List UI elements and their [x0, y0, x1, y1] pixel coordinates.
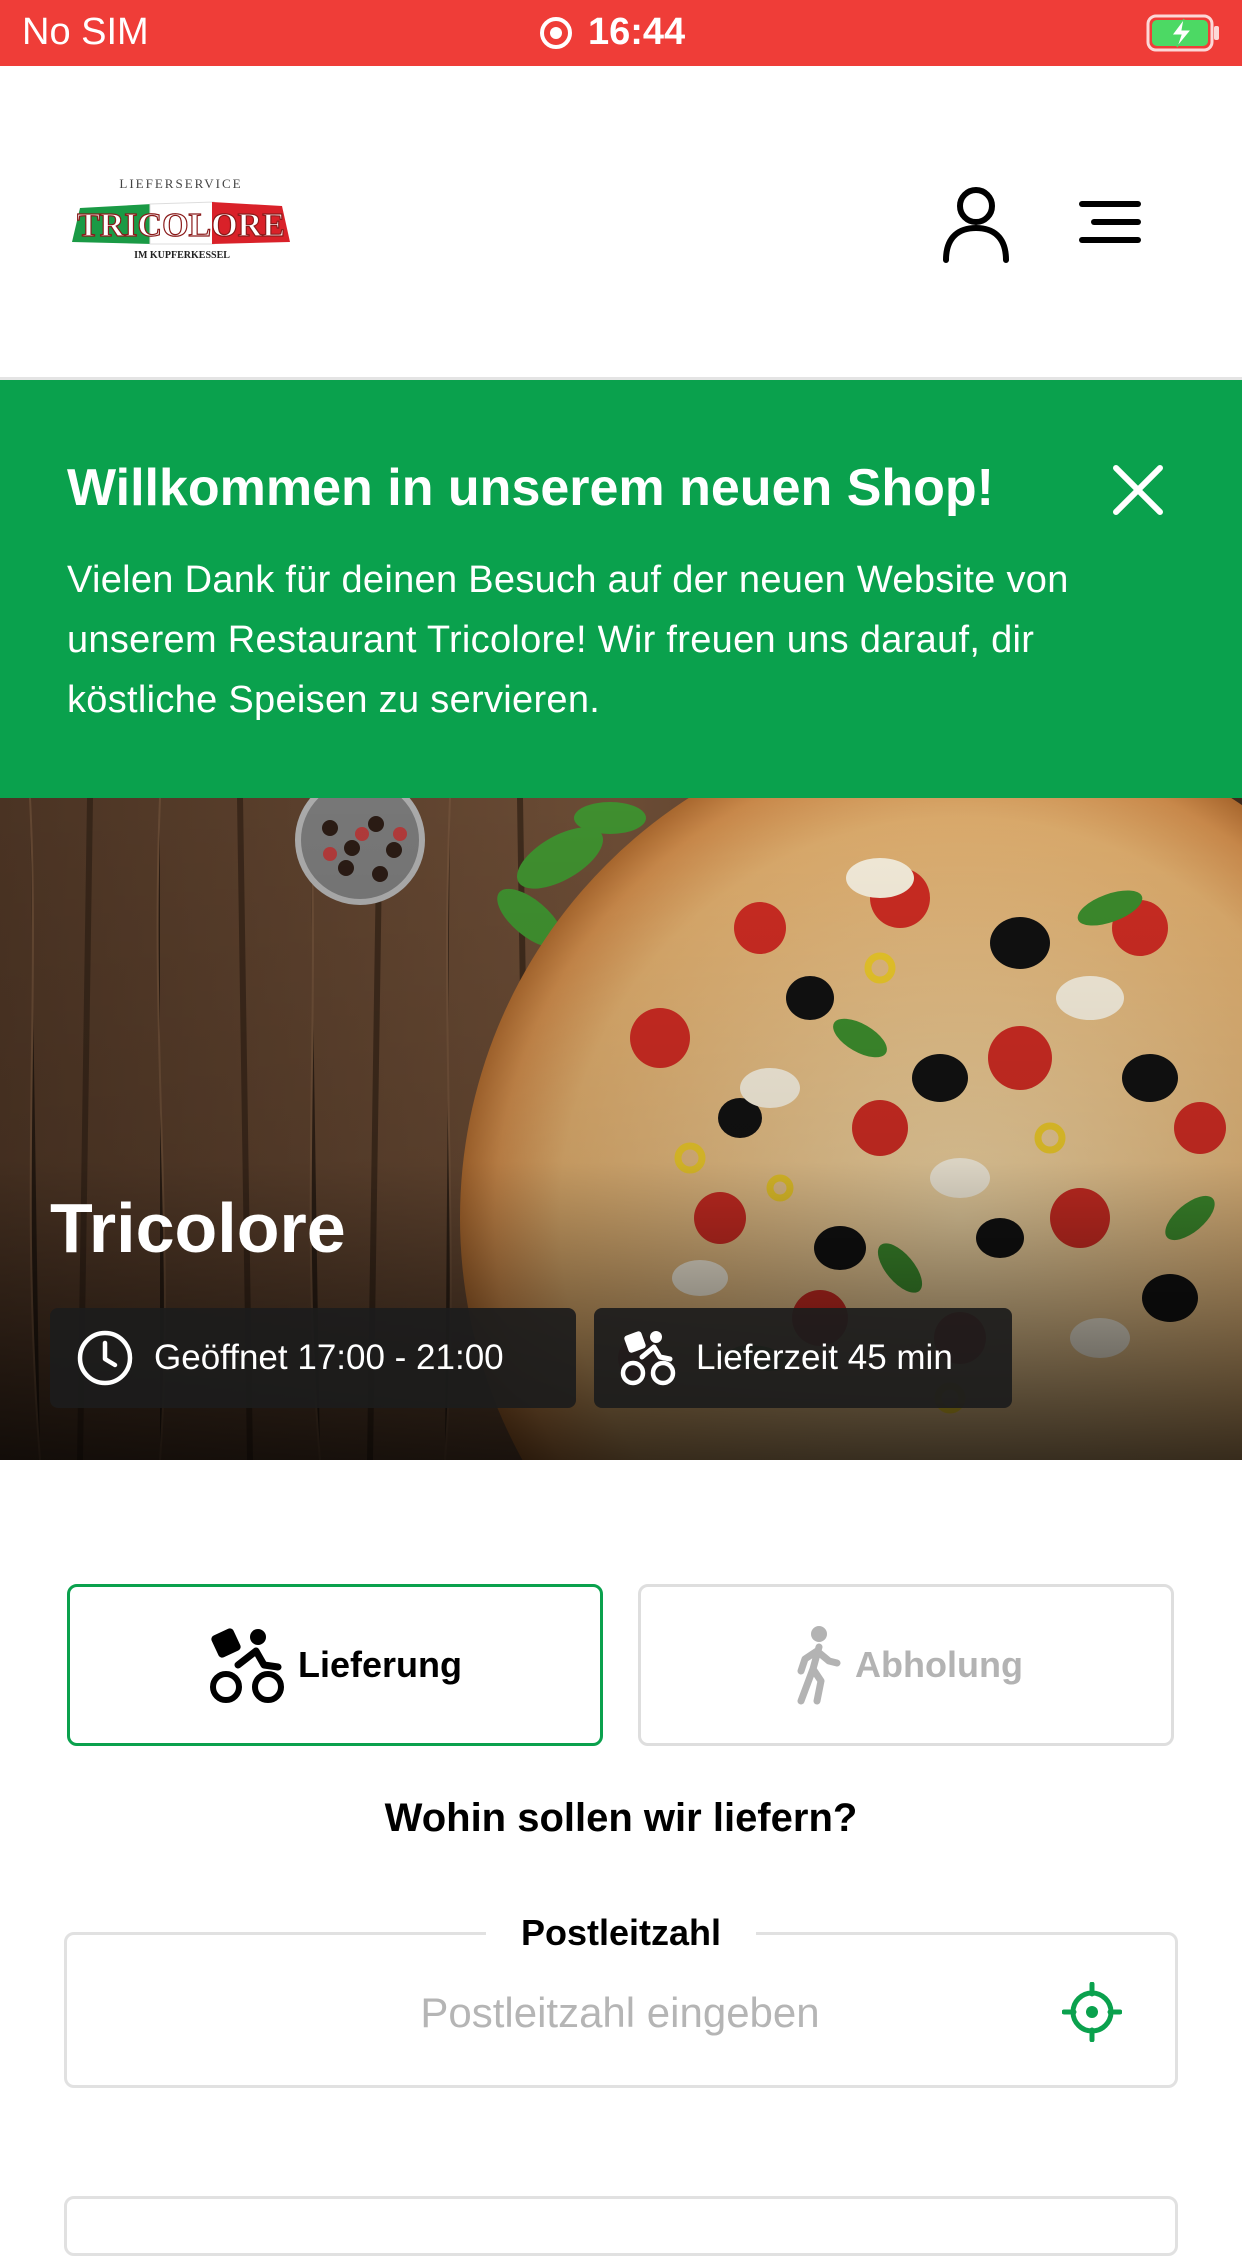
- status-bar: No SIM 16:44: [0, 0, 1242, 66]
- banner-close-button[interactable]: [1108, 460, 1168, 520]
- delivery-time-badge: Lieferzeit 45 min: [594, 1308, 1012, 1408]
- pickup-mode-button[interactable]: Abholung: [638, 1584, 1174, 1746]
- restaurant-name: Tricolore: [50, 1189, 346, 1267]
- opening-hours-text: Geöffnet 17:00 - 21:00: [154, 1338, 504, 1377]
- close-icon: [1113, 465, 1163, 515]
- screen-recording-icon: [540, 16, 572, 49]
- delivery-mode-label: Lieferung: [297, 1644, 462, 1685]
- status-center: 16:44: [540, 11, 685, 54]
- opening-hours-badge: Geöffnet 17:00 - 21:00: [50, 1308, 576, 1408]
- account-button[interactable]: [940, 184, 1012, 264]
- locate-me-button[interactable]: [1061, 1981, 1123, 2043]
- logo-band: TRICOLORE: [72, 201, 290, 245]
- banner-text: Vielen Dank für deinen Besuch auf der ne…: [67, 559, 1069, 721]
- delivery-bike-icon: [620, 1331, 676, 1386]
- clock: 16:44: [588, 11, 686, 53]
- clock-icon: [77, 1330, 133, 1386]
- user-icon: [943, 187, 1009, 263]
- postcode-label: Postleitzahl: [486, 1912, 756, 1954]
- delivery-bike-icon: [209, 1628, 284, 1703]
- site-header: LIEFERSERVICE TRICOLORE IM KUPFERKESSEL: [0, 66, 1242, 380]
- welcome-banner: Willkommen in unserem neuen Shop! Vielen…: [0, 380, 1242, 798]
- logo-sub-text: IM KUPFERKESSEL: [134, 250, 230, 261]
- logo-top-text: LIEFERSERVICE: [119, 176, 243, 191]
- hamburger-icon: [1079, 201, 1141, 243]
- crosshair-location-icon: [1061, 1981, 1123, 2043]
- pickup-mode-label: Abholung: [855, 1644, 1023, 1685]
- delivery-mode-button[interactable]: Lieferung: [67, 1584, 603, 1746]
- tricolore-logo[interactable]: LIEFERSERVICE TRICOLORE IM KUPFERKESSEL: [72, 176, 290, 264]
- restaurant-hero: Tricolore Geöffnet 17:00 - 21:00 Lieferz…: [0, 798, 1242, 1460]
- next-field[interactable]: [64, 2196, 1178, 2256]
- delivery-question: Wohin sollen wir liefern?: [384, 1796, 858, 1840]
- menu-button[interactable]: [1078, 196, 1142, 252]
- delivery-time-text: Lieferzeit 45 min: [696, 1338, 953, 1377]
- walking-person-icon: [797, 1626, 841, 1705]
- logo-brand-text: TRICOLORE: [77, 207, 285, 244]
- carrier-label: No SIM: [22, 11, 149, 53]
- battery-charging-icon: [1146, 14, 1222, 62]
- postcode-input[interactable]: [200, 1988, 1040, 2038]
- banner-title: Willkommen in unserem neuen Shop!: [67, 459, 994, 517]
